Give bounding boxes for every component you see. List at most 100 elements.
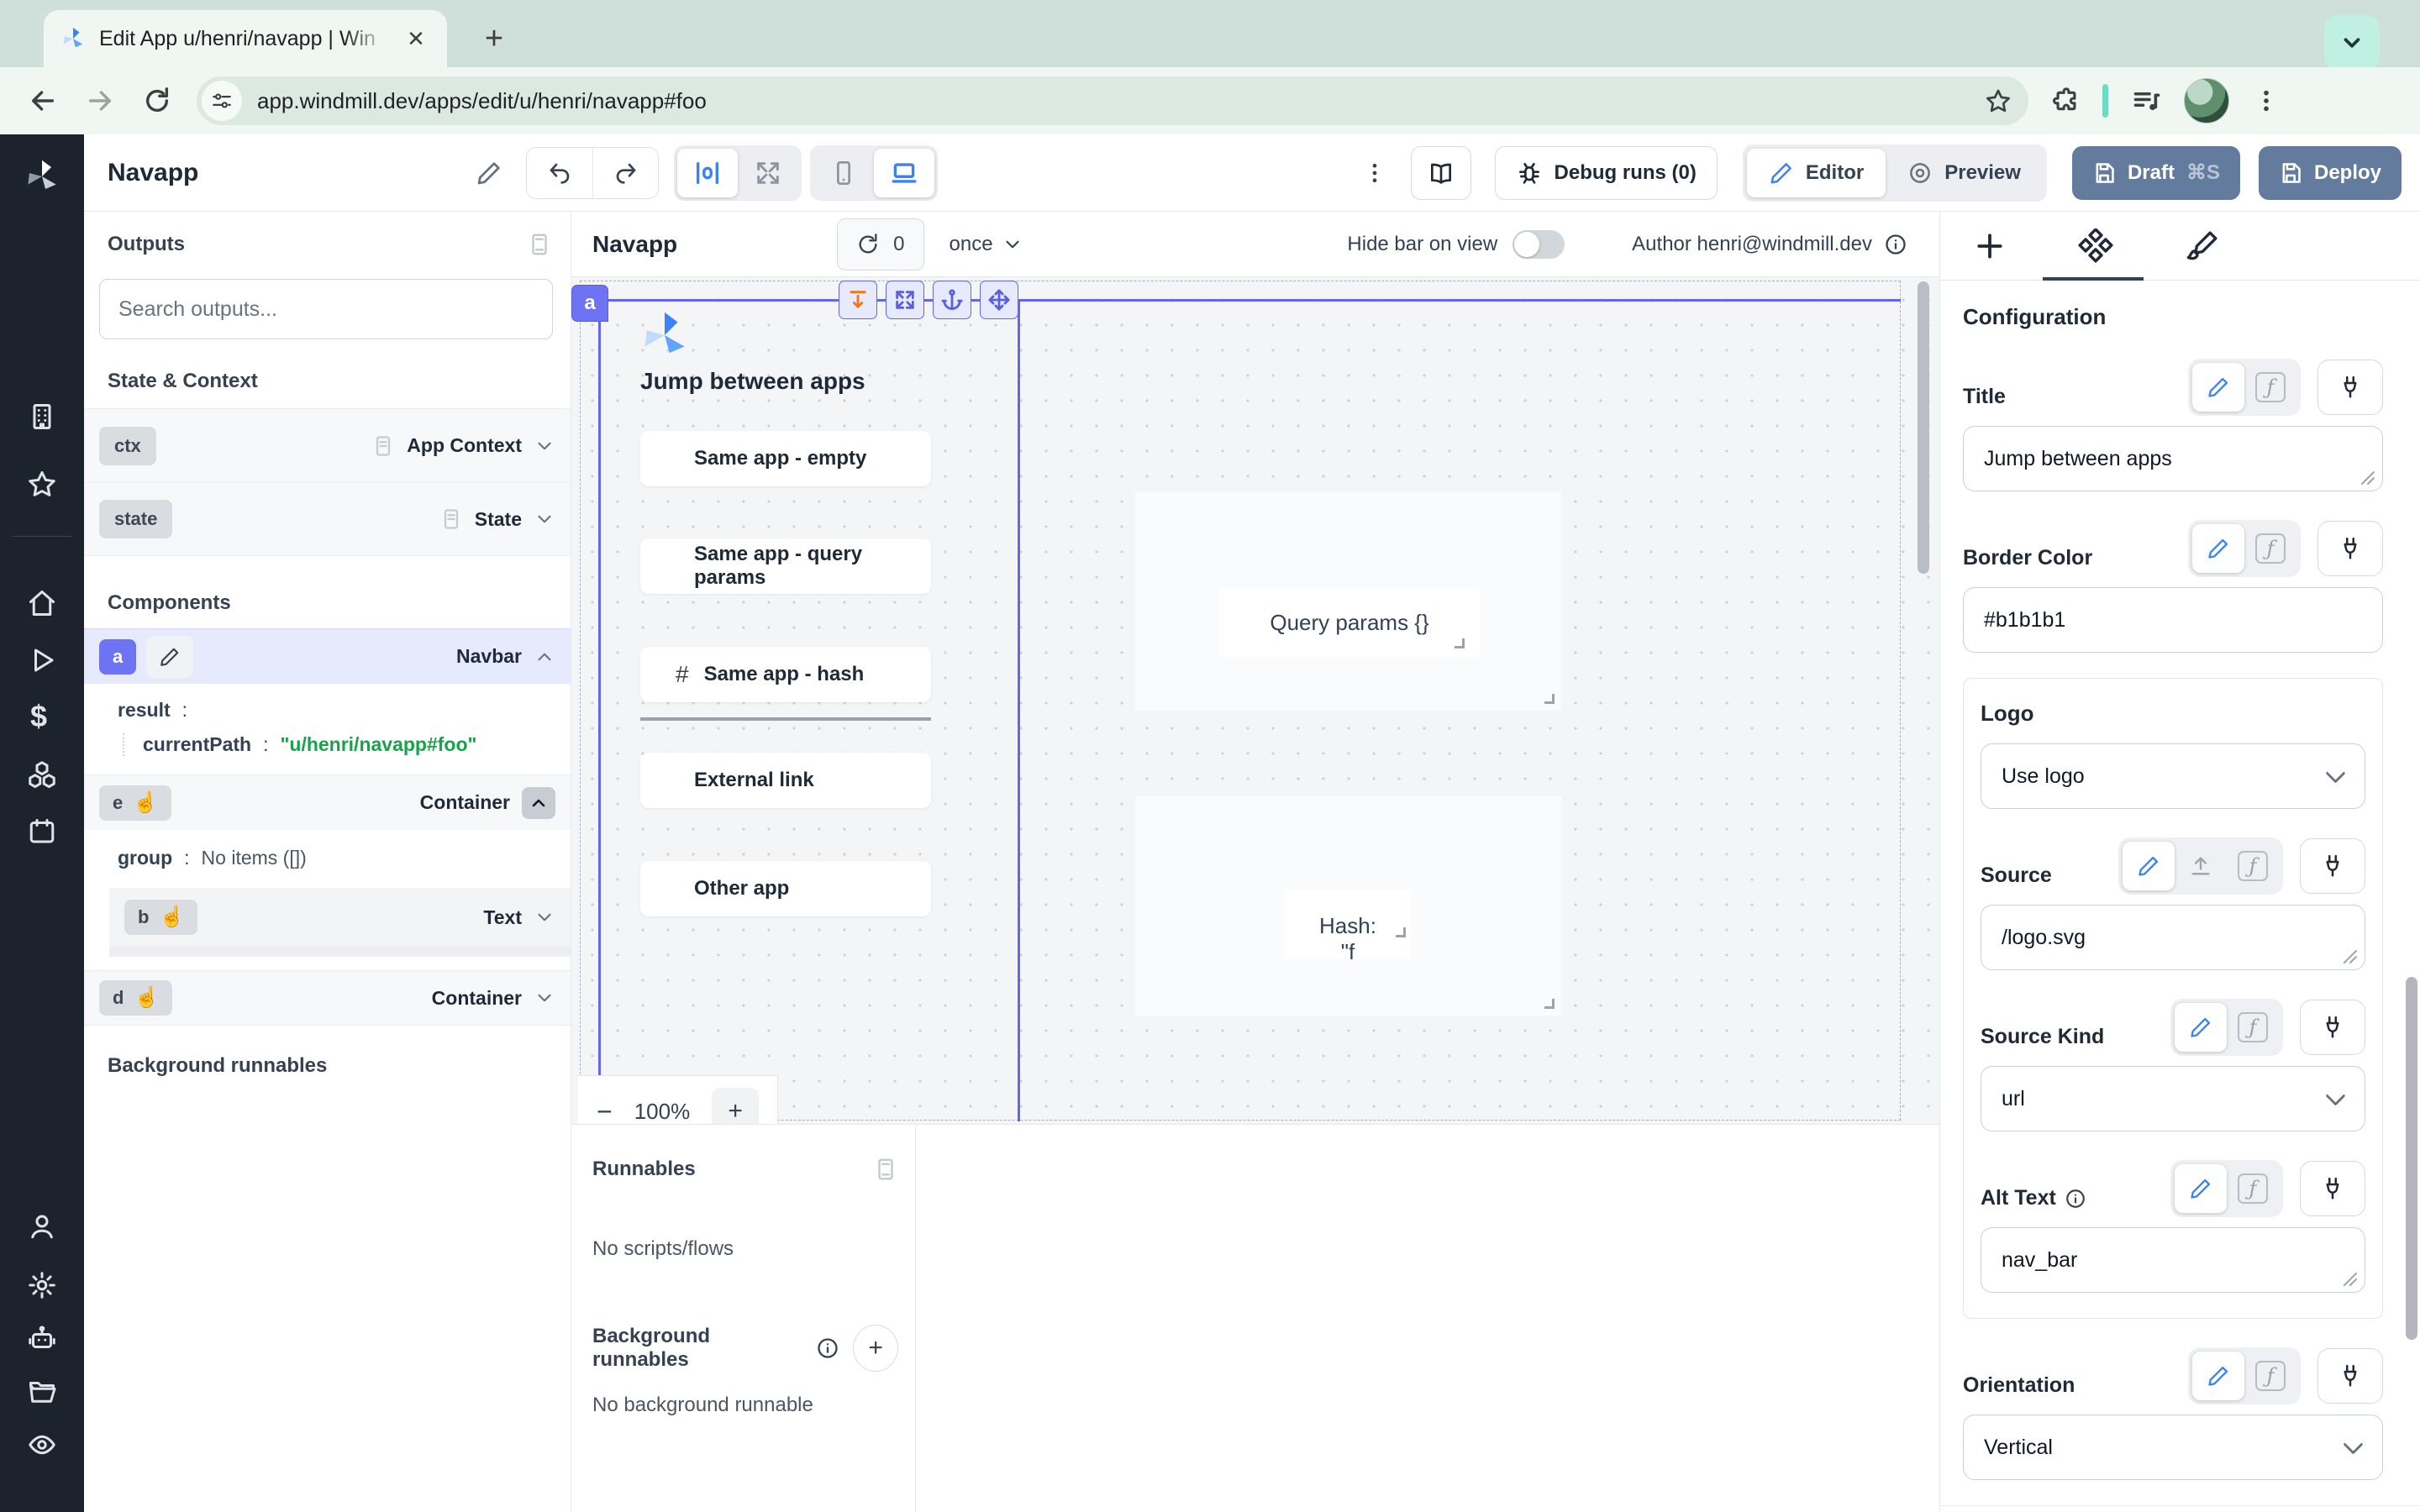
alt-text-input[interactable]: nav_bar (1981, 1227, 2365, 1293)
deploy-button[interactable]: Deploy (2259, 146, 2402, 200)
connect-plug-icon[interactable] (2317, 360, 2383, 415)
title-input[interactable]: Jump between apps (1963, 426, 2383, 491)
hide-bar-toggle[interactable] (1512, 230, 1565, 259)
nav-link-same-app-hash[interactable]: # Same app - hash (640, 647, 931, 702)
component-d-badge[interactable]: d ☝ (99, 980, 172, 1016)
app-canvas[interactable]: a Jump between apps Same app - empty Sam… (571, 277, 1939, 1124)
resize-corner[interactable] (1396, 927, 1406, 937)
chevron-up-icon[interactable] (522, 787, 555, 819)
nav-link-same-app-empty[interactable]: Same app - empty (640, 431, 931, 486)
component-b-badge[interactable]: b ☝ (124, 900, 197, 935)
draft-button[interactable]: Draft ⌘S (2072, 146, 2240, 200)
orientation-select[interactable]: Vertical (1963, 1415, 2383, 1480)
fx-icon[interactable]: ƒ (2244, 524, 2296, 573)
static-pencil-icon[interactable] (2192, 363, 2244, 412)
resize-corner[interactable] (1544, 694, 1555, 704)
resize-corner[interactable] (1544, 999, 1555, 1009)
redo-button[interactable] (592, 148, 658, 198)
ctx-badge[interactable]: ctx (99, 427, 156, 465)
component-row-d[interactable]: d ☝ Container (84, 970, 571, 1026)
nav-link-same-app-query-params[interactable]: Same app - query params (640, 538, 931, 594)
container-hash[interactable]: Hash: "f (1135, 796, 1561, 1016)
upload-icon[interactable] (2175, 842, 2227, 890)
fx-icon[interactable]: ƒ (2227, 1003, 2279, 1052)
undo-button[interactable] (527, 148, 592, 198)
resize-handle-icon[interactable] (2359, 469, 2375, 486)
desktop-view-button[interactable] (874, 149, 934, 197)
component-tag-a[interactable]: a (571, 285, 608, 322)
centered-layout-button[interactable] (677, 149, 738, 197)
variables-dollar-icon[interactable]: $ (30, 699, 60, 729)
styling-tab-brush-icon[interactable] (2186, 229, 2219, 263)
profile-avatar[interactable] (2184, 78, 2229, 123)
source-kind-select[interactable]: url (1981, 1066, 2365, 1131)
text-hash[interactable]: Hash: "f (1285, 890, 1411, 959)
more-options-kebab-icon[interactable] (1362, 160, 1387, 186)
fx-icon[interactable]: ƒ (2227, 1164, 2279, 1213)
debug-runs-button[interactable]: Debug runs (0) (1495, 146, 1718, 200)
output-row-ctx[interactable]: ctx App Context (84, 408, 571, 482)
state-badge[interactable]: state (99, 500, 172, 538)
component-row-b[interactable]: b ☝ Text (109, 888, 571, 947)
docs-book-button[interactable] (1411, 146, 1471, 200)
fx-icon[interactable]: ƒ (2244, 1352, 2296, 1400)
back-icon[interactable] (29, 87, 57, 115)
collapse-panel-icon[interactable] (527, 232, 552, 257)
workers-robot-icon[interactable] (27, 1323, 57, 1353)
selection-right-border[interactable] (1018, 299, 1020, 1121)
settings-gear-icon[interactable] (27, 1270, 57, 1300)
insert-tab-plus-icon[interactable] (1974, 230, 2006, 262)
chevron-down-icon[interactable] (534, 435, 555, 457)
border-color-input[interactable]: #b1b1b1 (1963, 587, 2383, 653)
output-row-state[interactable]: state State (84, 482, 571, 556)
search-outputs-input[interactable] (99, 279, 553, 339)
static-pencil-icon[interactable] (2123, 842, 2175, 890)
component-row-a[interactable]: a Navbar (84, 628, 571, 684)
component-a-badge[interactable]: a (99, 639, 136, 675)
logo-select[interactable]: Use logo (1981, 743, 2365, 809)
anchor-component-icon[interactable] (933, 281, 971, 319)
connect-plug-icon[interactable] (2300, 838, 2365, 894)
refresh-count-button[interactable]: 0 (837, 218, 923, 270)
folders-icon[interactable] (27, 1377, 57, 1407)
resize-handle-icon[interactable] (2341, 1270, 2358, 1287)
fx-icon[interactable]: ƒ (2244, 363, 2296, 412)
chevron-down-icon[interactable] (534, 987, 555, 1009)
connect-plug-icon[interactable] (2317, 521, 2383, 576)
edit-id-pencil-icon[interactable] (146, 636, 193, 678)
connect-plug-icon[interactable] (2300, 1161, 2365, 1216)
schedule-select[interactable]: once (950, 233, 1023, 256)
collapse-panel-icon[interactable] (873, 1157, 898, 1182)
static-pencil-icon[interactable] (2175, 1164, 2227, 1213)
settings-scrollbar[interactable] (2406, 977, 2417, 1340)
chevron-up-icon[interactable] (534, 646, 555, 668)
move-component-icon[interactable] (980, 281, 1018, 319)
schedules-calendar-icon[interactable] (27, 816, 57, 847)
connect-plug-icon[interactable] (2300, 1000, 2365, 1055)
mobile-view-button[interactable] (813, 149, 874, 197)
add-background-runnable-button[interactable]: + (853, 1325, 898, 1372)
home-icon[interactable] (27, 588, 57, 618)
users-person-icon[interactable] (27, 1211, 57, 1242)
resize-corner[interactable] (1455, 638, 1465, 648)
canvas-scrollbar[interactable] (1918, 281, 1929, 574)
url-bar[interactable]: app.windmill.dev/apps/edit/u/henri/navap… (197, 76, 2028, 125)
chevron-down-icon[interactable] (534, 508, 555, 530)
tab-editor[interactable]: Editor (1747, 149, 1886, 197)
source-input[interactable]: /logo.svg (1981, 905, 2365, 970)
favorites-star-icon[interactable] (27, 469, 57, 499)
browser-menu-kebab-icon[interactable] (2253, 87, 2280, 114)
static-pencil-icon[interactable] (2175, 1003, 2227, 1052)
windmill-logo-icon[interactable] (24, 158, 60, 195)
static-pencil-icon[interactable] (2192, 1352, 2244, 1400)
workspace-building-icon[interactable] (27, 402, 57, 432)
nav-link-external[interactable]: External link (640, 753, 931, 808)
site-settings-icon[interactable] (202, 81, 242, 121)
component-row-e[interactable]: e ☝ Container (84, 774, 571, 830)
static-pencil-icon[interactable] (2192, 524, 2244, 573)
chevron-down-icon[interactable] (534, 906, 555, 928)
url-text[interactable]: app.windmill.dev/apps/edit/u/henri/navap… (257, 88, 1970, 114)
settings-tab-component-icon[interactable] (2078, 228, 2113, 264)
connect-plug-icon[interactable] (2317, 1348, 2383, 1404)
audit-eye-icon[interactable] (27, 1430, 57, 1460)
